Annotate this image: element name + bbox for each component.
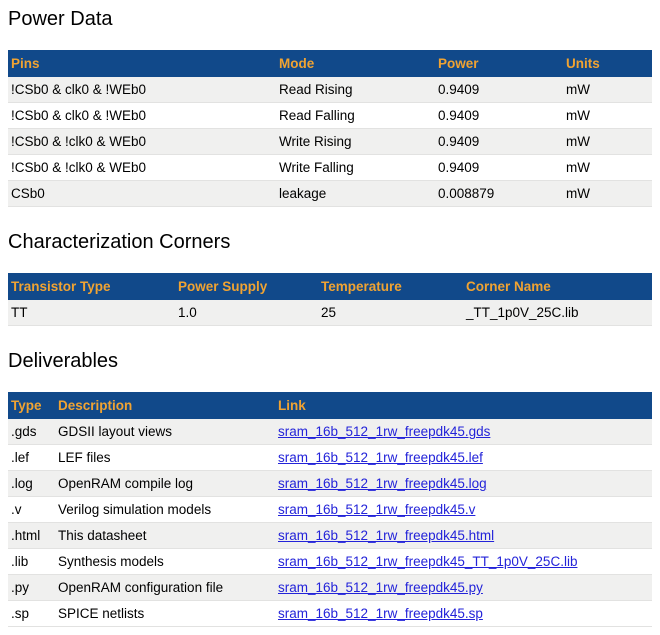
table-cell: 25 — [318, 300, 463, 326]
table-header-row: Transistor TypePower SupplyTemperatureCo… — [8, 273, 652, 300]
table-cell: TT — [8, 300, 175, 326]
section-power-data: Power Data PinsModePowerUnits!CSb0 & clk… — [8, 8, 652, 207]
table-row: !CSb0 & clk0 & !WEb0Read Rising0.9409mW — [8, 77, 652, 103]
table-cell: sram_16b_512_1rw_freepdk45.py — [275, 575, 652, 601]
table-header-row: TypeDescriptionLink — [8, 392, 652, 419]
table-cell: sram_16b_512_1rw_freepdk45.v — [275, 497, 652, 523]
file-link[interactable]: sram_16b_512_1rw_freepdk45.log — [278, 476, 487, 491]
table-cell: OpenRAM configuration file — [55, 575, 275, 601]
section-deliverables: Deliverables TypeDescriptionLink.gdsGDSI… — [8, 350, 652, 627]
table-row: .vVerilog simulation modelssram_16b_512_… — [8, 497, 652, 523]
table-cell: .lib — [8, 549, 55, 575]
column-header: Description — [55, 392, 275, 419]
column-header: Link — [275, 392, 652, 419]
table-row: TT1.025_TT_1p0V_25C.lib — [8, 300, 652, 326]
table-cell: sram_16b_512_1rw_freepdk45_TT_1p0V_25C.l… — [275, 549, 652, 575]
section-characterization-corners: Characterization Corners Transistor Type… — [8, 231, 652, 326]
column-header: Transistor Type — [8, 273, 175, 300]
table-cell: .log — [8, 471, 55, 497]
characterization-corners-table: Transistor TypePower SupplyTemperatureCo… — [8, 273, 652, 326]
table-cell: !CSb0 & clk0 & !WEb0 — [8, 77, 276, 103]
table-cell: 0.9409 — [435, 129, 563, 155]
table-cell: Write Rising — [276, 129, 435, 155]
table-cell: sram_16b_512_1rw_freepdk45.html — [275, 523, 652, 549]
table-cell: sram_16b_512_1rw_freepdk45.gds — [275, 419, 652, 445]
table-cell: sram_16b_512_1rw_freepdk45.lef — [275, 445, 652, 471]
file-link[interactable]: sram_16b_512_1rw_freepdk45.lef — [278, 450, 483, 465]
table-cell: .v — [8, 497, 55, 523]
table-cell: mW — [563, 155, 652, 181]
table-cell: SPICE netlists — [55, 601, 275, 627]
table-row: !CSb0 & !clk0 & WEb0Write Rising0.9409mW — [8, 129, 652, 155]
table-cell: 0.9409 — [435, 103, 563, 129]
table-cell: leakage — [276, 181, 435, 207]
table-cell: mW — [563, 181, 652, 207]
file-link[interactable]: sram_16b_512_1rw_freepdk45.gds — [278, 424, 490, 439]
table-row: .logOpenRAM compile logsram_16b_512_1rw_… — [8, 471, 652, 497]
table-cell: mW — [563, 103, 652, 129]
column-header: Pins — [8, 50, 276, 77]
table-cell: LEF files — [55, 445, 275, 471]
table-row: !CSb0 & !clk0 & WEb0Write Falling0.9409m… — [8, 155, 652, 181]
table-row: .libSynthesis modelssram_16b_512_1rw_fre… — [8, 549, 652, 575]
table-row: .lefLEF filessram_16b_512_1rw_freepdk45.… — [8, 445, 652, 471]
table-cell: !CSb0 & !clk0 & WEb0 — [8, 155, 276, 181]
table-cell: Synthesis models — [55, 549, 275, 575]
characterization-corners-heading: Characterization Corners — [8, 231, 652, 254]
deliverables-table: TypeDescriptionLink.gdsGDSII layout view… — [8, 392, 652, 627]
file-link[interactable]: sram_16b_512_1rw_freepdk45.v — [278, 502, 475, 517]
table-cell: .lef — [8, 445, 55, 471]
file-link[interactable]: sram_16b_512_1rw_freepdk45.html — [278, 528, 494, 543]
table-cell: OpenRAM compile log — [55, 471, 275, 497]
table-cell: 0.9409 — [435, 155, 563, 181]
table-cell: mW — [563, 129, 652, 155]
table-row: .spSPICE netlistssram_16b_512_1rw_freepd… — [8, 601, 652, 627]
table-row: !CSb0 & clk0 & !WEb0Read Falling0.9409mW — [8, 103, 652, 129]
table-cell: This datasheet — [55, 523, 275, 549]
table-cell: 0.008879 — [435, 181, 563, 207]
table-row: CSb0leakage0.008879mW — [8, 181, 652, 207]
table-cell: Read Rising — [276, 77, 435, 103]
table-row: .htmlThis datasheetsram_16b_512_1rw_free… — [8, 523, 652, 549]
power-data-table: PinsModePowerUnits!CSb0 & clk0 & !WEb0Re… — [8, 50, 652, 207]
table-cell: 0.9409 — [435, 77, 563, 103]
file-link[interactable]: sram_16b_512_1rw_freepdk45.sp — [278, 606, 483, 621]
column-header: Corner Name — [463, 273, 652, 300]
table-cell: Read Falling — [276, 103, 435, 129]
table-cell: Write Falling — [276, 155, 435, 181]
power-data-heading: Power Data — [8, 8, 652, 31]
column-header: Temperature — [318, 273, 463, 300]
column-header: Power Supply — [175, 273, 318, 300]
column-header: Units — [563, 50, 652, 77]
table-cell: sram_16b_512_1rw_freepdk45.log — [275, 471, 652, 497]
table-cell: mW — [563, 77, 652, 103]
column-header: Mode — [276, 50, 435, 77]
table-header-row: PinsModePowerUnits — [8, 50, 652, 77]
table-cell: !CSb0 & !clk0 & WEb0 — [8, 129, 276, 155]
table-cell: Verilog simulation models — [55, 497, 275, 523]
table-cell: .py — [8, 575, 55, 601]
table-cell: sram_16b_512_1rw_freepdk45.sp — [275, 601, 652, 627]
table-cell: !CSb0 & clk0 & !WEb0 — [8, 103, 276, 129]
file-link[interactable]: sram_16b_512_1rw_freepdk45.py — [278, 580, 483, 595]
column-header: Power — [435, 50, 563, 77]
table-row: .pyOpenRAM configuration filesram_16b_51… — [8, 575, 652, 601]
table-cell: CSb0 — [8, 181, 276, 207]
table-cell: 1.0 — [175, 300, 318, 326]
file-link[interactable]: sram_16b_512_1rw_freepdk45_TT_1p0V_25C.l… — [278, 554, 577, 569]
table-row: .gdsGDSII layout viewssram_16b_512_1rw_f… — [8, 419, 652, 445]
deliverables-heading: Deliverables — [8, 350, 652, 373]
table-cell: .html — [8, 523, 55, 549]
table-cell: GDSII layout views — [55, 419, 275, 445]
column-header: Type — [8, 392, 55, 419]
table-cell: .sp — [8, 601, 55, 627]
table-cell: .gds — [8, 419, 55, 445]
table-cell: _TT_1p0V_25C.lib — [463, 300, 652, 326]
